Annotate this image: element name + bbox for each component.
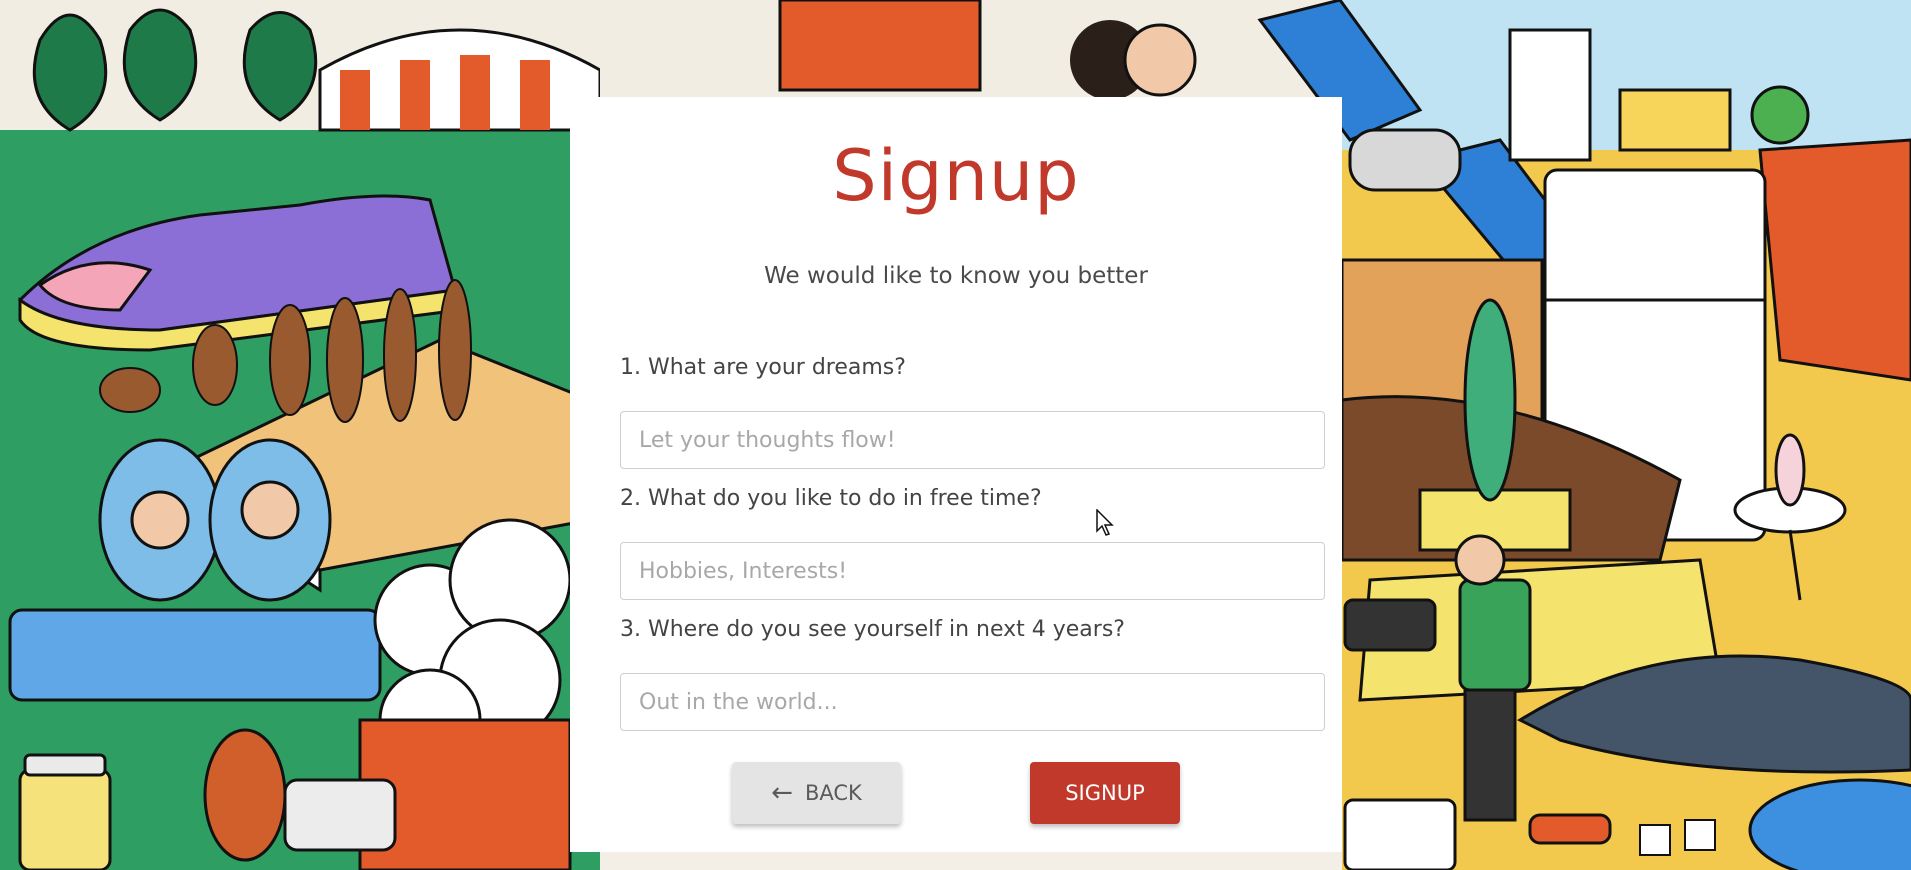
future-input[interactable] (620, 673, 1325, 731)
signup-button[interactable]: SIGNUP (1030, 762, 1180, 824)
question-free-time-label: 2. What do you like to do in free time? (620, 486, 1042, 511)
signup-card: Signup We would like to know you better … (570, 97, 1342, 852)
question-future-label: 3. Where do you see yourself in next 4 y… (620, 617, 1125, 642)
free-time-input[interactable] (620, 542, 1325, 600)
dreams-input[interactable] (620, 411, 1325, 469)
question-dreams-label: 1. What are your dreams? (620, 355, 906, 380)
back-button-label: BACK (804, 781, 862, 805)
page-subtitle: We would like to know you better (764, 263, 1148, 289)
signup-button-label: SIGNUP (1065, 781, 1145, 805)
jar (18, 753, 112, 870)
page-title: Signup (832, 135, 1080, 217)
arrow-left-icon: ← (771, 778, 793, 808)
back-button[interactable]: ← BACK (732, 762, 901, 824)
mouse-pointer-icon (1096, 509, 1114, 536)
